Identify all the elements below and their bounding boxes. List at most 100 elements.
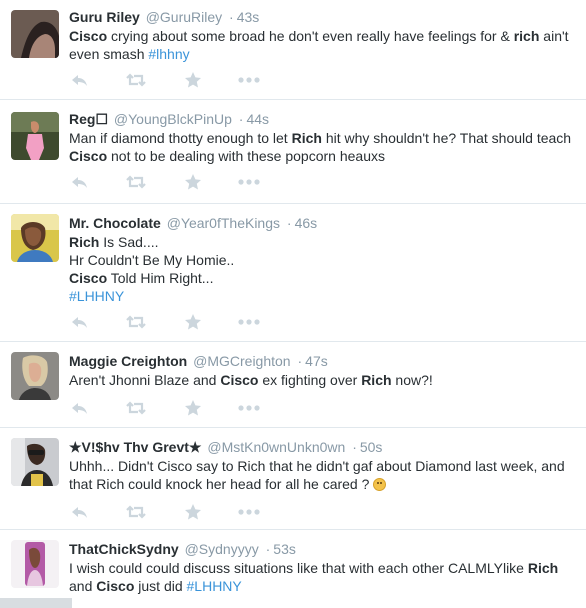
reply-icon [72, 75, 87, 86]
tweet-author-handle[interactable]: @GuruRiley [146, 9, 222, 25]
tweet-timeline: Guru Riley @GuruRiley · 43s Cisco crying … [0, 0, 586, 608]
text-segment: I wish could could discuss situations li… [69, 560, 528, 576]
tweet-author-handle[interactable]: @Sydnyyyy [185, 541, 259, 557]
more-button[interactable] [237, 172, 261, 192]
reply-button[interactable] [69, 398, 93, 418]
favorite-button[interactable] [183, 312, 207, 332]
more-icon [238, 509, 260, 515]
avatar[interactable] [11, 10, 59, 58]
tweet-timestamp[interactable]: 44s [246, 111, 269, 127]
tweet-author-name[interactable]: Mr. Chocolate [69, 215, 161, 231]
retweet-button[interactable] [125, 502, 149, 522]
separator: · [352, 439, 357, 455]
tweet-author-name[interactable]: ThatChickSydny [69, 541, 179, 557]
tweet-author-handle[interactable]: @Year0fTheKings [167, 215, 280, 231]
more-button[interactable] [237, 312, 261, 332]
text-segment: now?! [391, 372, 433, 388]
separator: · [265, 541, 271, 557]
text-line: Cisco Told Him Right... [69, 269, 578, 287]
text-line: Rich Is Sad.... [69, 233, 578, 251]
more-button[interactable] [237, 398, 261, 418]
favorite-icon [185, 400, 201, 416]
tweet-text: Aren't Jhonni Blaze and Cisco ex fightin… [69, 371, 578, 389]
tweet-timestamp[interactable]: 53s [273, 541, 296, 557]
favorite-button[interactable] [183, 70, 207, 90]
tweet-text: Cisco crying about some broad he don't e… [69, 27, 578, 63]
tweet-item[interactable]: ★V!$hv Thv Grevt★ @MstKn0wnUnkn0wn · 50s … [0, 428, 586, 530]
more-icon [238, 319, 260, 325]
tweet-author-handle[interactable]: @MGCreighton [193, 353, 290, 369]
hashtag-link[interactable]: #LHHNY [187, 578, 242, 594]
tweet-author-handle[interactable]: @MstKn0wnUnkn0wn [207, 439, 345, 455]
favorite-button[interactable] [183, 502, 207, 522]
text-segment: Aren't Jhonni Blaze and [69, 372, 221, 388]
tweet-author-name[interactable]: Guru Riley [69, 9, 140, 25]
tweet-author-name[interactable]: Maggie Creighton [69, 353, 187, 369]
text-segment: Told Him Right... [107, 270, 214, 286]
reply-button[interactable] [69, 70, 93, 90]
favorite-icon [185, 504, 201, 520]
tweet-item[interactable]: Guru Riley @GuruRiley · 43s Cisco crying … [0, 0, 586, 100]
keyword: Rich [291, 130, 322, 146]
keyword: Cisco [69, 28, 108, 44]
avatar[interactable] [11, 352, 59, 400]
text-segment: ex fighting over [258, 372, 362, 388]
favorite-button[interactable] [183, 398, 207, 418]
tweet-actions [69, 398, 289, 418]
tweet-timestamp[interactable]: 47s [305, 353, 328, 369]
retweet-button[interactable] [125, 172, 149, 192]
avatar[interactable] [11, 438, 59, 486]
tweet-item[interactable]: Reg☐ @YoungBlckPinUp · 44s Man if diamond… [0, 100, 586, 204]
favorite-icon [185, 72, 201, 88]
scroll-footer-bar [0, 598, 72, 608]
text-segment: crying about some broad he don't even re… [107, 28, 514, 44]
reply-icon [72, 317, 87, 328]
avatar[interactable] [11, 112, 59, 160]
text-segment: hit why shouldn't he? That should teach [321, 130, 572, 146]
retweet-button[interactable] [125, 70, 149, 90]
tweet-item[interactable]: Mr. Chocolate @Year0fTheKings · 46s Rich … [0, 204, 586, 342]
retweet-icon [126, 401, 146, 415]
reply-button[interactable] [69, 312, 93, 332]
separator: · [238, 111, 244, 127]
tweet-timestamp[interactable]: 43s [237, 9, 260, 25]
tweet-author-handle[interactable]: @YoungBlckPinUp [114, 111, 232, 127]
tweet-timestamp[interactable]: 46s [295, 215, 318, 231]
tweet-author-name[interactable]: ★V!$hv Thv Grevt★ [69, 439, 201, 455]
separator: · [286, 215, 292, 231]
avatar[interactable] [11, 214, 59, 262]
keyword: Rich [69, 234, 100, 250]
retweet-icon [126, 175, 146, 189]
tweet-item[interactable]: ThatChickSydny @Sydnyyyy · 53s I wish cou… [0, 530, 586, 608]
retweet-button[interactable] [125, 312, 149, 332]
reply-icon [72, 403, 87, 414]
more-icon [238, 405, 260, 411]
favorite-button[interactable] [183, 172, 207, 192]
avatar[interactable] [11, 540, 59, 588]
reply-button[interactable] [69, 172, 93, 192]
separator: · [297, 353, 303, 369]
hashtag-link[interactable]: #lhhny [148, 46, 189, 62]
tweet-text: Rich Is Sad.... Hr Couldn't Be My Homie.… [69, 233, 578, 305]
keyword: Cisco [69, 270, 108, 286]
more-button[interactable] [237, 502, 261, 522]
keyword: Cisco [69, 148, 108, 164]
tweet-item[interactable]: Maggie Creighton @MGCreighton · 47s Aren'… [0, 342, 586, 428]
reply-button[interactable] [69, 502, 93, 522]
text-segment: not to be dealing with these popcorn hea… [107, 148, 385, 164]
hashtag-link[interactable]: #LHHNY [69, 287, 578, 305]
retweet-button[interactable] [125, 398, 149, 418]
keyword: Cisco [96, 578, 135, 594]
text-line: Hr Couldn't Be My Homie.. [69, 252, 235, 268]
keyword: Cisco [220, 372, 259, 388]
retweet-icon [126, 73, 146, 87]
tweet-timestamp[interactable]: 50s [360, 439, 383, 455]
more-button[interactable] [237, 70, 261, 90]
keyword: Rich [527, 560, 559, 576]
reply-icon [72, 507, 87, 518]
text-segment: and [69, 578, 97, 594]
tweet-author-name[interactable]: Reg☐ [69, 111, 108, 127]
text-segment: just did [134, 578, 187, 594]
favorite-icon [185, 174, 201, 190]
text-segment: Is Sad.... [99, 234, 159, 250]
